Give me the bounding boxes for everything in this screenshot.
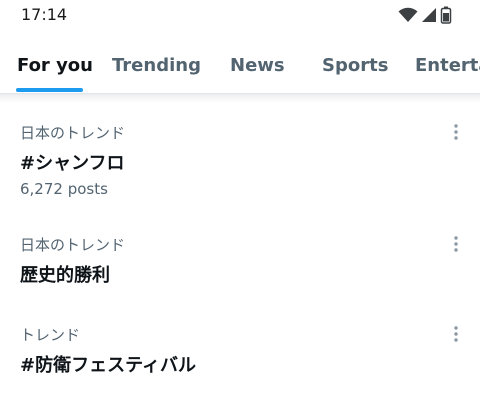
more-vertical-icon [454,326,458,342]
trend-context: 日本のトレンド [20,124,126,142]
status-time: 17:14 [21,5,68,24]
trend-name[interactable]: #防衛フェスティバル [20,351,196,377]
tab-bar: For you Trending News Sports Enterta [0,40,480,94]
battery-icon [440,6,452,24]
more-vertical-icon [454,236,458,252]
tab-trending[interactable]: Trending [112,55,201,76]
more-options-button[interactable] [446,234,466,254]
more-vertical-icon [454,124,458,140]
tab-entertainment[interactable]: Enterta [415,55,480,76]
status-icons [398,6,452,24]
tab-sports[interactable]: Sports [322,55,388,76]
trend-name[interactable]: 歴史的勝利 [20,261,110,287]
tab-news[interactable]: News [230,55,285,76]
active-tab-indicator [16,88,83,92]
more-options-button[interactable] [446,122,466,142]
trend-context: トレンド [20,326,81,344]
trend-post-count: 6,272 posts [20,180,108,198]
trend-context: 日本のトレンド [20,236,126,254]
tab-for-you[interactable]: For you [17,55,93,76]
trend-name[interactable]: #シャンフロ [20,149,125,175]
tabs-shadow [0,95,480,103]
status-bar: 17:14 [0,0,480,30]
wifi-icon [398,7,418,23]
more-options-button[interactable] [446,324,466,344]
signal-icon [421,7,437,23]
